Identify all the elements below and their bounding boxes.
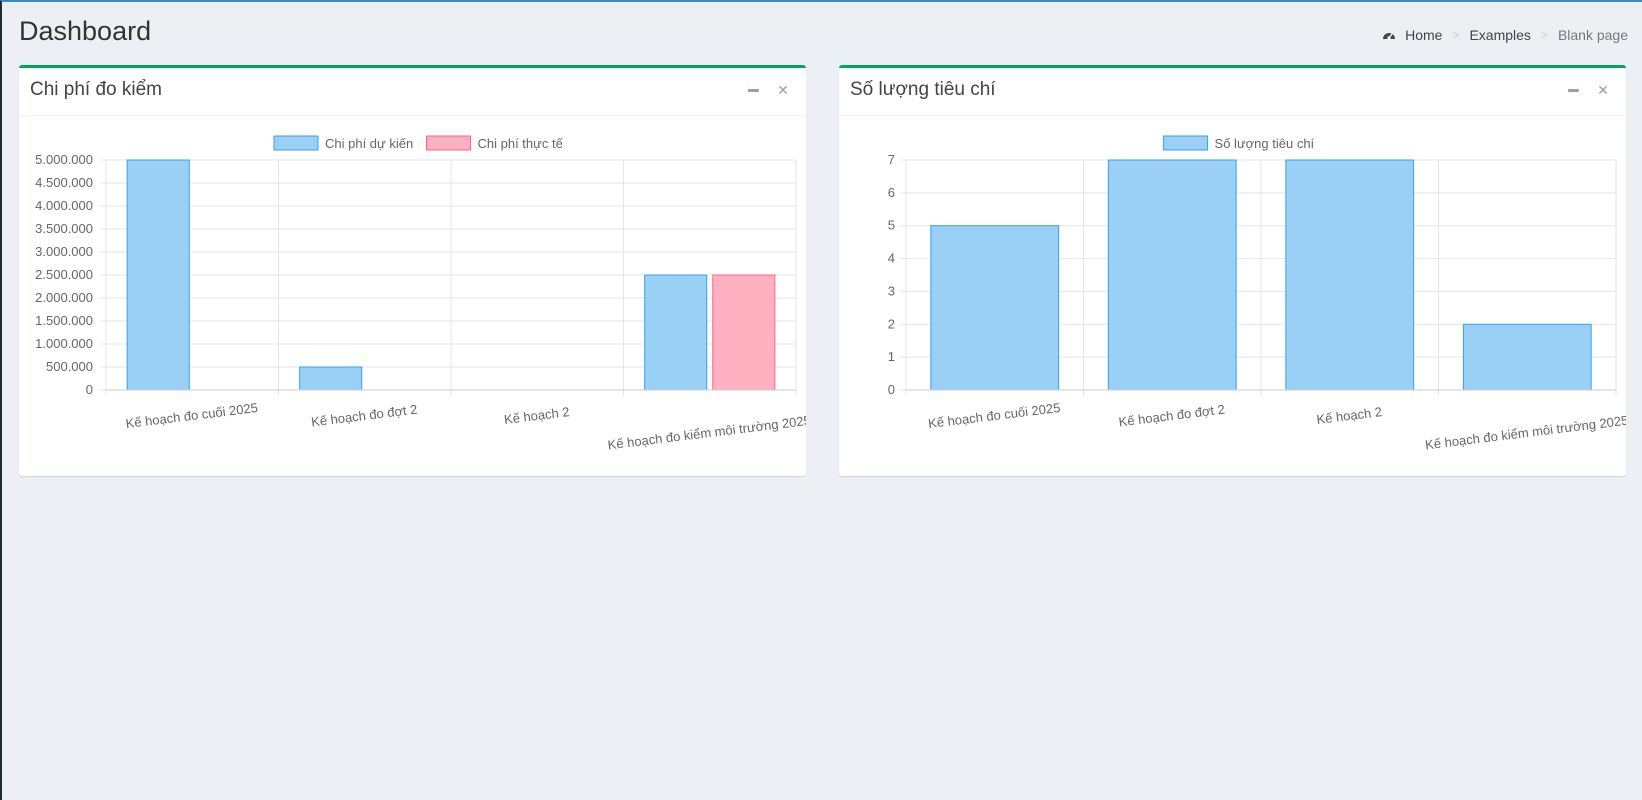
- y-tick-label: 4.000.000: [35, 198, 93, 213]
- y-tick-label: 5.000.000: [35, 152, 93, 167]
- x-tick-label: Kế hoạch đo đợt 2: [1118, 402, 1226, 430]
- box-tools: ✕: [744, 81, 792, 99]
- content-header: Dashboard Home > Examples > Blank page: [19, 16, 1628, 50]
- x-tick-label: Kế hoạch đo cuối 2025: [125, 400, 259, 431]
- bar: [299, 366, 363, 391]
- box-tools: ✕: [1564, 81, 1612, 99]
- x-tick-label: Kế hoạch đo cuối 2025: [927, 400, 1061, 431]
- cost-chart: Chi phí dự kiến Chi phí thực tế 0 500.000 1.…: [35, 135, 812, 453]
- criteria-chart-box: Số lượng tiêu chí ✕ Số lượng tiêu chí 0 1 2…: [839, 65, 1629, 476]
- x-tick-label: Kế hoạch đo kiểm môi trường 2025: [607, 413, 806, 453]
- x-tick-label: Kế hoạch đo đợt 2: [310, 402, 418, 430]
- y-tick-label: 5: [888, 218, 895, 233]
- minus-icon: [747, 88, 759, 92]
- bar: [1462, 323, 1592, 391]
- bar: [930, 225, 1060, 391]
- bar: [644, 274, 708, 391]
- box-title: Chi phí đo kiểm: [30, 79, 163, 100]
- y-tick-label: 0: [86, 382, 93, 397]
- x-tick-label: Kế hoạch 2: [1316, 404, 1383, 427]
- y-tick-label: 0: [888, 382, 895, 397]
- y-tick-label: 7: [888, 152, 895, 167]
- box-body: Chi phí dự kiến Chi phí thực tế 0 500.000 1.…: [19, 115, 812, 476]
- y-tick-label: 4.500.000: [35, 175, 93, 190]
- legend-swatch: [273, 135, 319, 151]
- cost-chart-box: Chi phí đo kiểm ✕ Chi phí dự kiến Chi phí…: [19, 65, 812, 476]
- y-tick-label: 3: [888, 283, 895, 298]
- remove-button[interactable]: ✕: [774, 81, 792, 99]
- legend-swatch: [426, 135, 471, 151]
- y-tick-label: 1.500.000: [35, 313, 93, 328]
- y-tick-label: 2.000.000: [35, 290, 93, 305]
- close-icon: ✕: [1597, 81, 1609, 98]
- y-tick-label: 2: [888, 316, 895, 331]
- page-title: Dashboard: [19, 16, 152, 46]
- y-tick-label: 3.500.000: [35, 221, 93, 236]
- y-tick-label: 2.500.000: [35, 267, 93, 282]
- x-tick-label: Kế hoạch đo kiểm môi trường 2025: [1424, 413, 1626, 453]
- breadcrumb-separator: >: [1452, 28, 1460, 42]
- dashboard-icon: [1383, 33, 1396, 40]
- legend-label: Chi phí thực tế: [478, 136, 564, 151]
- y-tick-label: 1.000.000: [35, 336, 93, 351]
- box-body: Số lượng tiêu chí 0 1 2 3 4 5 6 7 Kế hoạch đo cuố…: [839, 115, 1629, 476]
- collapse-button[interactable]: [744, 81, 762, 99]
- remove-button[interactable]: ✕: [1594, 81, 1612, 99]
- breadcrumb-blank-page: Blank page: [1557, 27, 1628, 43]
- breadcrumb-home[interactable]: Home: [1405, 27, 1442, 43]
- y-tick-label: 500.000: [46, 359, 93, 374]
- breadcrumb-separator: >: [1540, 28, 1548, 42]
- bar: [1285, 159, 1415, 391]
- y-tick-label: 4: [888, 251, 895, 266]
- criteria-chart: Số lượng tiêu chí 0 1 2 3 4 5 6 7 Kế hoạch đo cuố…: [888, 135, 1629, 453]
- bar: [712, 274, 776, 391]
- collapse-button[interactable]: [1564, 81, 1582, 99]
- box-header: Chi phí đo kiểm ✕: [19, 68, 806, 116]
- legend-swatch: [1163, 135, 1209, 151]
- breadcrumb-examples[interactable]: Examples: [1469, 27, 1530, 43]
- legend-label: Chi phí dự kiến: [325, 136, 413, 151]
- legend-label: Số lượng tiêu chí: [1215, 136, 1315, 151]
- y-tick-label: 1: [888, 349, 895, 364]
- breadcrumb: Home > Examples > Blank page: [1382, 27, 1628, 43]
- close-icon: ✕: [777, 81, 789, 98]
- box-title: Số lượng tiêu chí: [850, 79, 996, 100]
- box-header: Số lượng tiêu chí ✕: [839, 68, 1626, 116]
- y-tick-label: 3.000.000: [35, 244, 93, 259]
- y-tick-label: 6: [888, 185, 895, 200]
- minus-icon: [1567, 88, 1579, 92]
- x-tick-label: Kế hoạch 2: [503, 404, 570, 427]
- bar: [1107, 159, 1237, 391]
- bar: [126, 159, 190, 391]
